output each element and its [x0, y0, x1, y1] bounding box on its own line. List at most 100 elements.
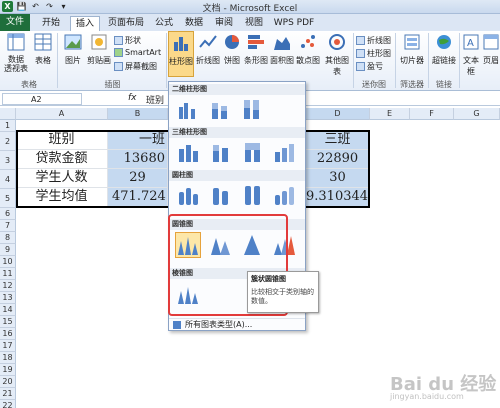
tab-page-layout[interactable]: 页面布局 [104, 16, 148, 31]
slicer-icon [404, 34, 420, 50]
table-button[interactable]: 表格 [32, 33, 54, 66]
name-box[interactable]: A2 [2, 93, 82, 105]
tab-wps-pdf[interactable]: WPS PDF [272, 16, 316, 31]
hyperlink-button[interactable]: 超链接 [430, 33, 458, 66]
column-header[interactable]: G [454, 108, 500, 120]
3d-percent-column-icon [245, 143, 260, 162]
section-cylinder: 圆柱图 [169, 170, 305, 181]
fx-icon[interactable]: fx [128, 93, 137, 103]
title-bar: X 💾 ↶ ↷ ▾ 文档 - Microsoft Excel [0, 0, 500, 14]
other-charts-icon [329, 34, 345, 50]
shapes-button[interactable]: 形状 [114, 35, 141, 46]
textbox-button[interactable]: A 文本框 [460, 33, 482, 77]
picture-icon [64, 34, 82, 50]
stacked-cylinder-option[interactable] [207, 182, 233, 208]
formula-input[interactable]: 班别 [146, 93, 164, 106]
stacked-column-option[interactable] [207, 96, 233, 122]
other-charts-button[interactable]: 其他图表 [322, 33, 352, 77]
sparkline-column-button[interactable]: 柱形图 [356, 48, 391, 59]
3d-column-option[interactable] [271, 139, 297, 165]
tooltip-title: 簇状圆锥图 [251, 275, 286, 283]
sparkline-winloss-button[interactable]: 盈亏 [356, 61, 383, 72]
tab-data[interactable]: 数据 [180, 16, 208, 31]
row-header[interactable]: 11 [0, 268, 16, 280]
select-all-corner[interactable] [0, 108, 16, 120]
percent-cylinder-option[interactable] [239, 182, 265, 208]
row-header[interactable]: 15 [0, 316, 16, 328]
line-chart-button[interactable]: 折线图 [196, 33, 220, 66]
row-header[interactable]: 9 [0, 244, 16, 256]
group-separator [57, 33, 58, 88]
row-header[interactable]: 10 [0, 256, 16, 268]
3d-stacked-column-option[interactable] [207, 139, 233, 165]
row-header[interactable]: 14 [0, 304, 16, 316]
clipart-button[interactable]: 剪贴画 [86, 33, 112, 66]
percent-stacked-column-option[interactable] [239, 96, 265, 122]
column-chart-button[interactable]: 柱形图 [168, 31, 194, 77]
textbox-icon: A [463, 34, 479, 50]
group-label-illustrations: 插图 [104, 80, 121, 89]
row-header[interactable]: 3 [0, 151, 16, 170]
column-header[interactable]: D [306, 108, 370, 120]
row-header[interactable]: 8 [0, 232, 16, 244]
clustered-cylinder-option[interactable] [175, 182, 201, 208]
bar-chart-button[interactable]: 条形图 [244, 33, 268, 66]
row-header[interactable]: 1 [0, 120, 16, 132]
sparkline-line-button[interactable]: 折线图 [356, 35, 391, 46]
row-header[interactable]: 6 [0, 208, 16, 220]
tab-review[interactable]: 审阅 [210, 16, 238, 31]
stacked-column-icon [212, 103, 227, 119]
group-label-filter: 筛选器 [400, 80, 424, 89]
clustered-column-option[interactable] [175, 96, 201, 122]
row-header[interactable]: 12 [0, 280, 16, 292]
area-chart-icon [274, 37, 290, 50]
column-chart-icon [174, 37, 188, 51]
tab-file[interactable]: 文件 [0, 14, 30, 31]
group-label-tables: 表格 [21, 80, 37, 89]
line-chart-icon [199, 35, 217, 48]
3d-percent-column-option[interactable] [239, 139, 265, 165]
smartart-icon [114, 48, 123, 57]
all-chart-types-link[interactable]: 所有图表类型(A)... [169, 318, 305, 330]
tab-home[interactable]: 开始 [36, 16, 66, 31]
shapes-icon [114, 36, 123, 45]
row-header[interactable]: 18 [0, 352, 16, 364]
row-header[interactable]: 4 [0, 170, 16, 189]
row-header[interactable]: 16 [0, 328, 16, 340]
scatter-chart-button[interactable]: 散点图 [296, 33, 320, 66]
screenshot-button[interactable]: 屏幕截图 [114, 61, 157, 72]
group-label-sparklines: 迷你图 [362, 80, 386, 89]
row-header[interactable]: 21 [0, 388, 16, 400]
row-header[interactable]: 7 [0, 220, 16, 232]
percent-cylinder-icon [245, 186, 260, 205]
clustered-column-icon [179, 103, 195, 119]
area-chart-button[interactable]: 面积图 [270, 33, 294, 66]
column-header[interactable]: A [16, 108, 108, 120]
row-header[interactable]: 22 [0, 400, 16, 408]
row-header[interactable]: 5 [0, 189, 16, 208]
window-title: 文档 - Microsoft Excel [202, 4, 298, 14]
row-header[interactable]: 19 [0, 364, 16, 376]
table-icon [34, 33, 52, 51]
tab-view[interactable]: 视图 [240, 16, 268, 31]
header-footer-button[interactable]: 页眉 [482, 33, 500, 66]
picture-button[interactable]: 图片 [62, 33, 84, 66]
3d-cylinder-option[interactable] [271, 182, 297, 208]
tab-insert[interactable]: 插入 [70, 16, 100, 31]
slicer-button[interactable]: 切片器 [398, 33, 426, 66]
smartart-button[interactable]: SmartArt [114, 48, 161, 57]
tab-formulas[interactable]: 公式 [150, 16, 178, 31]
pie-chart-icon [225, 35, 239, 49]
pivot-table-button[interactable]: 数据 透视表 [2, 33, 30, 73]
sparkline-winloss-icon [356, 62, 365, 71]
row-header[interactable]: 20 [0, 376, 16, 388]
column-header[interactable]: B [108, 108, 168, 120]
row-header[interactable]: 17 [0, 340, 16, 352]
column-header[interactable]: F [410, 108, 454, 120]
pie-chart-button[interactable]: 饼图 [222, 33, 242, 66]
column-header[interactable]: E [370, 108, 410, 120]
bar-chart-icon [248, 35, 264, 49]
row-header[interactable]: 2 [0, 132, 16, 151]
row-header[interactable]: 13 [0, 292, 16, 304]
3d-clustered-column-option[interactable] [175, 139, 201, 165]
